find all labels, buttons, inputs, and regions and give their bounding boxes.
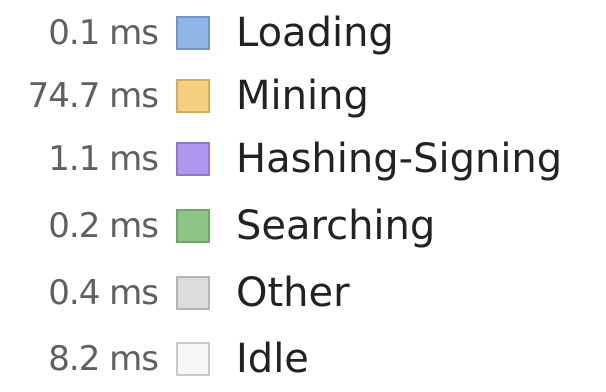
time-breakdown-legend: 0.1 ms Loading 74.7 ms Mining 1.1 ms Has… xyxy=(0,0,606,382)
legend-row-searching: 0.2 ms Searching xyxy=(0,193,606,259)
legend-row-hashing-signing: 1.1 ms Hashing-Signing xyxy=(0,126,606,192)
hashing-signing-time: 1.1 ms xyxy=(48,139,159,179)
other-color-swatch-icon xyxy=(176,276,210,310)
searching-color-swatch-icon xyxy=(176,209,210,243)
hashing-signing-label: Hashing-Signing xyxy=(236,136,563,182)
legend-row-loading: 0.1 ms Loading xyxy=(0,0,606,66)
idle-time: 8.2 ms xyxy=(48,339,159,379)
legend-row-mining: 74.7 ms Mining xyxy=(0,63,606,129)
searching-label: Searching xyxy=(236,203,436,249)
idle-label: Idle xyxy=(236,336,309,382)
mining-time: 74.7 ms xyxy=(27,76,159,116)
loading-color-swatch-icon xyxy=(176,16,210,50)
legend-row-idle: 8.2 ms Idle xyxy=(0,326,606,392)
mining-color-swatch-icon xyxy=(176,79,210,113)
hashing-signing-color-swatch-icon xyxy=(176,142,210,176)
searching-time: 0.2 ms xyxy=(48,206,159,246)
idle-color-swatch-icon xyxy=(176,342,210,376)
loading-time: 0.1 ms xyxy=(48,13,159,53)
mining-label: Mining xyxy=(236,73,369,119)
other-label: Other xyxy=(236,270,350,316)
legend-row-other: 0.4 ms Other xyxy=(0,260,606,326)
other-time: 0.4 ms xyxy=(48,273,159,313)
loading-label: Loading xyxy=(236,10,394,56)
